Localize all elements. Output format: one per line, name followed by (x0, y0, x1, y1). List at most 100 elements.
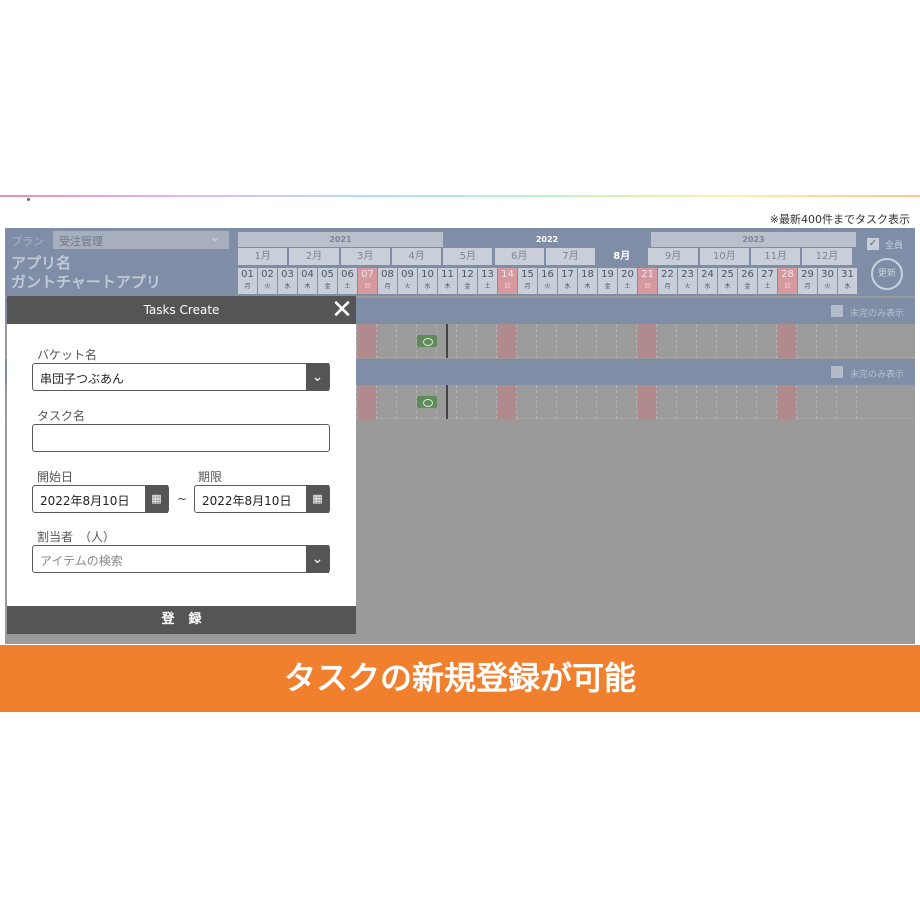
day-weekday: 木 (724, 283, 731, 290)
month-tab[interactable]: 3月 (340, 248, 390, 265)
day-weekday: 月 (664, 283, 671, 290)
day-cell (518, 385, 537, 419)
day-number: 15 (521, 269, 534, 280)
day-weekday: 日 (504, 283, 511, 290)
day-cell (598, 385, 617, 419)
check-icon[interactable]: ✓ (867, 238, 879, 250)
app-title-line1: アプリ名 (11, 254, 72, 272)
day-cell (818, 324, 837, 358)
dialog-title: Tasks Create (7, 296, 356, 324)
calendar-icon[interactable]: ▦ (145, 485, 168, 513)
plan-dropdown[interactable]: 受注管理 (53, 231, 229, 249)
incomplete-only-checkbox[interactable] (831, 305, 843, 317)
day-weekday: 木 (304, 283, 311, 290)
day-header: 01 月 (238, 268, 257, 294)
day-cell (398, 385, 417, 419)
day-cell (598, 324, 617, 358)
day-header: 20 土 (618, 268, 637, 294)
day-header: 21 日 (638, 268, 657, 294)
month-tab[interactable]: 1月 (238, 248, 288, 265)
day-weekday: 木 (444, 283, 451, 290)
day-weekday: 火 (684, 283, 691, 290)
chevron-down-icon[interactable]: ⌄ (205, 230, 225, 250)
incomplete-only-label: 未完のみ表示 (850, 370, 905, 380)
day-cell (618, 385, 637, 419)
day-weekday: 木 (584, 283, 591, 290)
day-number: 23 (681, 269, 694, 280)
register-button[interactable]: 登録 (7, 606, 356, 634)
day-cell (738, 324, 757, 358)
month-tab[interactable]: 11月 (751, 248, 801, 265)
top-gradient-line (0, 195, 920, 197)
day-weekday: 火 (824, 283, 831, 290)
day-cell (778, 324, 797, 358)
day-cell (658, 324, 677, 358)
month-tab[interactable]: 7月 (545, 248, 596, 265)
month-tab[interactable]: 2月 (289, 248, 339, 265)
calendar-icon[interactable]: ▦ (306, 485, 329, 513)
day-header: 25 木 (718, 268, 737, 294)
month-tab[interactable]: 6月 (494, 248, 544, 265)
month-tab[interactable]: 10月 (699, 248, 749, 265)
month-tab[interactable]: 4月 (391, 248, 442, 265)
day-header: 12 金 (458, 268, 477, 294)
assignee-label: 割当者 （人） (37, 530, 116, 544)
day-number: 04 (301, 269, 314, 280)
day-cell (698, 324, 717, 358)
day-weekday: 水 (564, 283, 571, 290)
day-weekday: 水 (284, 283, 291, 290)
day-cell (478, 324, 497, 358)
bucket-label: バケット名 (37, 348, 98, 362)
day-header: 14 日 (498, 268, 517, 294)
app-title-line2: ガントチャートアプリ (11, 273, 161, 291)
day-weekday: 土 (484, 283, 491, 290)
day-cell (758, 324, 777, 358)
day-weekday: 土 (764, 283, 771, 290)
month-tab[interactable]: 8月 (597, 248, 646, 265)
month-tab[interactable]: 12月 (802, 248, 852, 265)
day-number: 26 (741, 269, 754, 280)
day-weekday: 水 (704, 283, 711, 290)
day-cell (838, 324, 857, 358)
refresh-icon[interactable]: 更新 (871, 258, 903, 290)
task-bar[interactable] (417, 396, 437, 408)
day-cell (798, 385, 817, 419)
day-cell (638, 324, 657, 358)
bucket-dropdown[interactable]: 串団子つぶあん (32, 363, 330, 391)
day-header: 07 日 (358, 268, 377, 294)
close-icon[interactable]: ✕ (331, 297, 353, 323)
day-weekday: 火 (264, 283, 271, 290)
day-header: 24 水 (698, 268, 717, 294)
day-cell (798, 324, 817, 358)
month-tab[interactable]: 5月 (443, 248, 493, 265)
refresh-label: 更新 (877, 269, 896, 279)
day-cell (458, 324, 477, 358)
day-weekday: 金 (324, 283, 331, 290)
task-name-input[interactable] (32, 424, 330, 452)
chevron-down-icon[interactable]: ⌄ (306, 363, 329, 391)
incomplete-only-checkbox[interactable] (831, 366, 843, 378)
today-line (446, 324, 448, 358)
day-weekday: 月 (384, 283, 391, 290)
bullet-dot (27, 198, 30, 201)
day-weekday: 月 (524, 283, 531, 290)
today-line (446, 385, 448, 419)
day-header: 02 火 (258, 268, 277, 294)
day-header: 15 月 (518, 268, 537, 294)
day-number: 30 (821, 269, 834, 280)
caption-banner: タスクの新規登録が可能 (0, 645, 920, 712)
day-cell (378, 324, 397, 358)
day-number: 21 (641, 269, 654, 280)
day-cell (698, 385, 717, 419)
day-cell (618, 324, 637, 358)
day-weekday: 金 (604, 283, 611, 290)
page: ※最新400件までタスク表示 プラン 受注管理 ⌄ アプリ名 ガントチャートアプ… (0, 0, 920, 920)
task-bar[interactable] (417, 335, 437, 347)
day-number: 31 (841, 269, 854, 280)
assignee-search-dropdown[interactable]: アイテムの検索 (32, 545, 330, 573)
month-tab[interactable]: 9月 (648, 248, 698, 265)
day-weekday: 日 (364, 283, 371, 290)
day-cell (558, 385, 577, 419)
day-cell (838, 385, 857, 419)
chevron-down-icon[interactable]: ⌄ (306, 545, 329, 573)
